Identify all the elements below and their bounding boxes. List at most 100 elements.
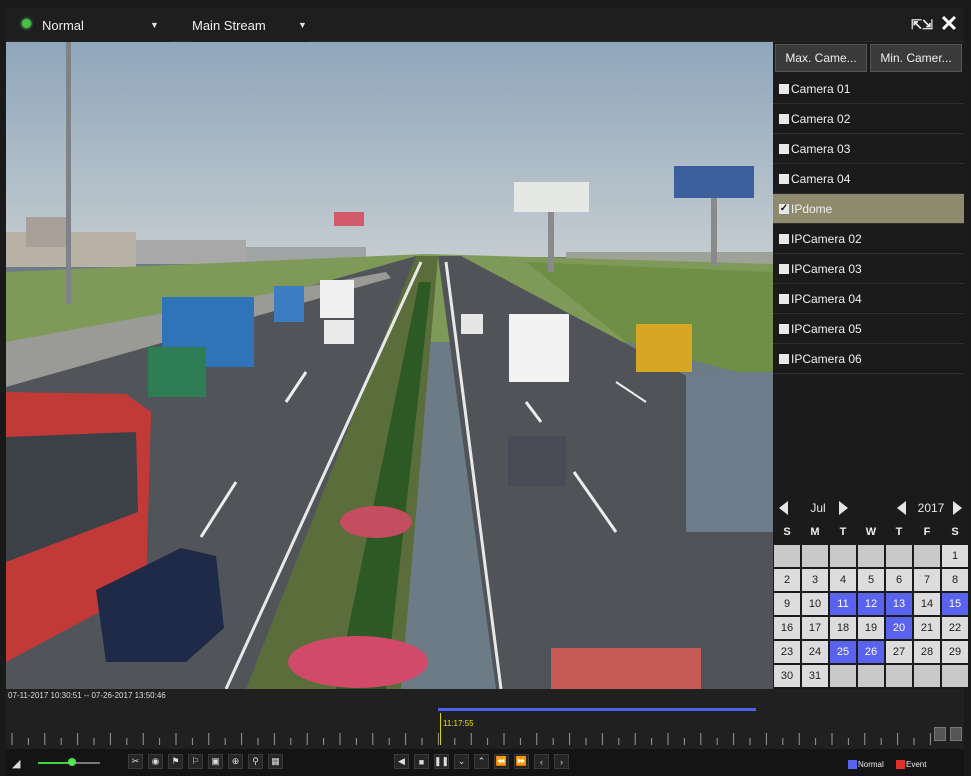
camera-item[interactable]: Camera 04: [773, 164, 964, 194]
camera-item[interactable]: IPCamera 06: [773, 344, 964, 374]
next-day-icon[interactable]: ›: [554, 754, 569, 769]
calendar-day[interactable]: 8: [942, 569, 968, 591]
custom-tag-icon[interactable]: ⚐: [188, 754, 203, 769]
calendar-day[interactable]: 25: [830, 641, 856, 663]
fullscreen-icon[interactable]: ⇱⇲: [911, 14, 933, 36]
calendar-day[interactable]: 21: [914, 617, 940, 639]
calendar-day[interactable]: 11: [830, 593, 856, 615]
timeline-zoom-out-button[interactable]: [934, 727, 946, 741]
volume-icon[interactable]: ◢: [12, 757, 20, 770]
calendar-day[interactable]: 12: [858, 593, 884, 615]
calendar-day[interactable]: 28: [914, 641, 940, 663]
calendar-day[interactable]: 10: [802, 593, 828, 615]
timeline-zoom-in-button[interactable]: [950, 727, 962, 741]
fast-icon[interactable]: ⏩: [514, 754, 529, 769]
camera-checkbox[interactable]: ✓: [779, 203, 789, 214]
prev-month-icon[interactable]: [779, 501, 788, 515]
pause-icon[interactable]: ❚❚: [434, 754, 449, 769]
camera-item[interactable]: Camera 01: [773, 74, 964, 104]
file-management-icon[interactable]: ▦: [268, 754, 283, 769]
previous-day-icon[interactable]: ‹: [534, 754, 549, 769]
camera-panel: Max. Came... Min. Camer... Camera 01 Came…: [773, 42, 968, 689]
step-forward-icon[interactable]: ⌃: [474, 754, 489, 769]
camera-item-label: IPCamera 06: [791, 351, 862, 366]
timeline-cursor-time: 11:17:55: [443, 719, 474, 728]
calendar-day[interactable]: 4: [830, 569, 856, 591]
legend-normal: Normal: [848, 758, 884, 770]
clip-icon[interactable]: ✂: [128, 754, 143, 769]
camera-item[interactable]: IPCamera 03: [773, 254, 964, 284]
calendar-day[interactable]: 5: [858, 569, 884, 591]
calendar-day[interactable]: 19: [858, 617, 884, 639]
calendar-day[interactable]: 3: [802, 569, 828, 591]
camera-checkbox[interactable]: [779, 263, 789, 274]
camera-checkbox[interactable]: [779, 293, 789, 304]
reverse-play-icon[interactable]: ◀: [394, 754, 409, 769]
video-playback-view[interactable]: [6, 42, 773, 689]
calendar-empty-cell: [774, 545, 800, 567]
calendar-day[interactable]: 13: [886, 593, 912, 615]
camera-checkbox[interactable]: [779, 143, 789, 154]
calendar-day[interactable]: 16: [774, 617, 800, 639]
camera-item[interactable]: Camera 02: [773, 104, 964, 134]
legend-event-swatch: [896, 759, 905, 769]
calendar-grid: S M T W T F S 1 2 3 4 5 6 7 8 9 10 11 12 13 14 15 16 17 18 19 20 21…: [773, 521, 968, 687]
calendar-day[interactable]: 15: [942, 593, 968, 615]
calendar-day[interactable]: 23: [774, 641, 800, 663]
calendar-day[interactable]: 27: [886, 641, 912, 663]
camera-checkbox[interactable]: [779, 233, 789, 244]
camera-item[interactable]: Camera 03: [773, 134, 964, 164]
camera-item[interactable]: ✓ IPdome: [773, 194, 964, 224]
calendar-empty-cell: [830, 545, 856, 567]
calendar: Jul 2017 S M T W T F S 1 2 3 4 5 6 7 8 9 10 11 12 13 14 15 16 1…: [773, 497, 968, 687]
next-year-icon[interactable]: [953, 501, 962, 515]
min-camera-button[interactable]: Min. Camer...: [870, 44, 962, 72]
camera-item-label: IPCamera 03: [791, 261, 862, 276]
camera-item[interactable]: IPCamera 05: [773, 314, 964, 344]
prev-year-icon[interactable]: [897, 501, 906, 515]
calendar-year: 2017: [917, 501, 945, 515]
stop-icon[interactable]: ■: [414, 754, 429, 769]
calendar-day[interactable]: 30: [774, 665, 800, 687]
calendar-day[interactable]: 24: [802, 641, 828, 663]
next-month-icon[interactable]: [839, 501, 848, 515]
max-camera-button[interactable]: Max. Came...: [775, 44, 867, 72]
calendar-day[interactable]: 6: [886, 569, 912, 591]
snapshot-icon[interactable]: ◉: [148, 754, 163, 769]
calendar-day[interactable]: 9: [774, 593, 800, 615]
search-icon[interactable]: ⚲: [248, 754, 263, 769]
calendar-day[interactable]: 1: [942, 545, 968, 567]
legend-event-label: Event: [906, 759, 927, 769]
camera-item[interactable]: IPCamera 02: [773, 224, 964, 254]
volume-knob[interactable]: [68, 758, 77, 766]
calendar-weekday: W: [865, 526, 877, 538]
close-icon[interactable]: ✕: [938, 11, 960, 36]
slow-icon[interactable]: ⏪: [494, 754, 509, 769]
calendar-day[interactable]: 26: [858, 641, 884, 663]
stream-type-select[interactable]: Main Stream ▼: [192, 8, 310, 42]
step-back-icon[interactable]: ⌄: [454, 754, 469, 769]
camera-item-label: Camera 04: [791, 171, 851, 186]
camera-checkbox[interactable]: [779, 83, 789, 94]
calendar-day[interactable]: 31: [802, 665, 828, 687]
calendar-day[interactable]: 17: [802, 617, 828, 639]
tag-icon[interactable]: ⚑: [168, 754, 183, 769]
camera-checkbox[interactable]: [779, 353, 789, 364]
calendar-day[interactable]: 20: [886, 617, 912, 639]
calendar-day[interactable]: 29: [942, 641, 968, 663]
camera-checkbox[interactable]: [779, 113, 789, 124]
playback-mode-value: Normal: [42, 17, 84, 33]
calendar-day[interactable]: 14: [914, 593, 940, 615]
camera-checkbox[interactable]: [779, 323, 789, 334]
camera-checkbox[interactable]: [779, 173, 789, 184]
camera-item[interactable]: IPCamera 04: [773, 284, 964, 314]
calendar-weekday: S: [951, 526, 959, 538]
calendar-day[interactable]: 22: [942, 617, 968, 639]
playback-mode-select[interactable]: Normal ▼: [40, 8, 170, 42]
calendar-day[interactable]: 2: [774, 569, 800, 591]
playback-timeline[interactable]: 07-11-2017 10:30:51 -- 07-26-2017 13:50:…: [6, 689, 964, 749]
lock-file-icon[interactable]: ▣: [208, 754, 223, 769]
calendar-day[interactable]: 18: [830, 617, 856, 639]
calendar-day[interactable]: 7: [914, 569, 940, 591]
digital-zoom-icon[interactable]: ⊕: [228, 754, 243, 769]
